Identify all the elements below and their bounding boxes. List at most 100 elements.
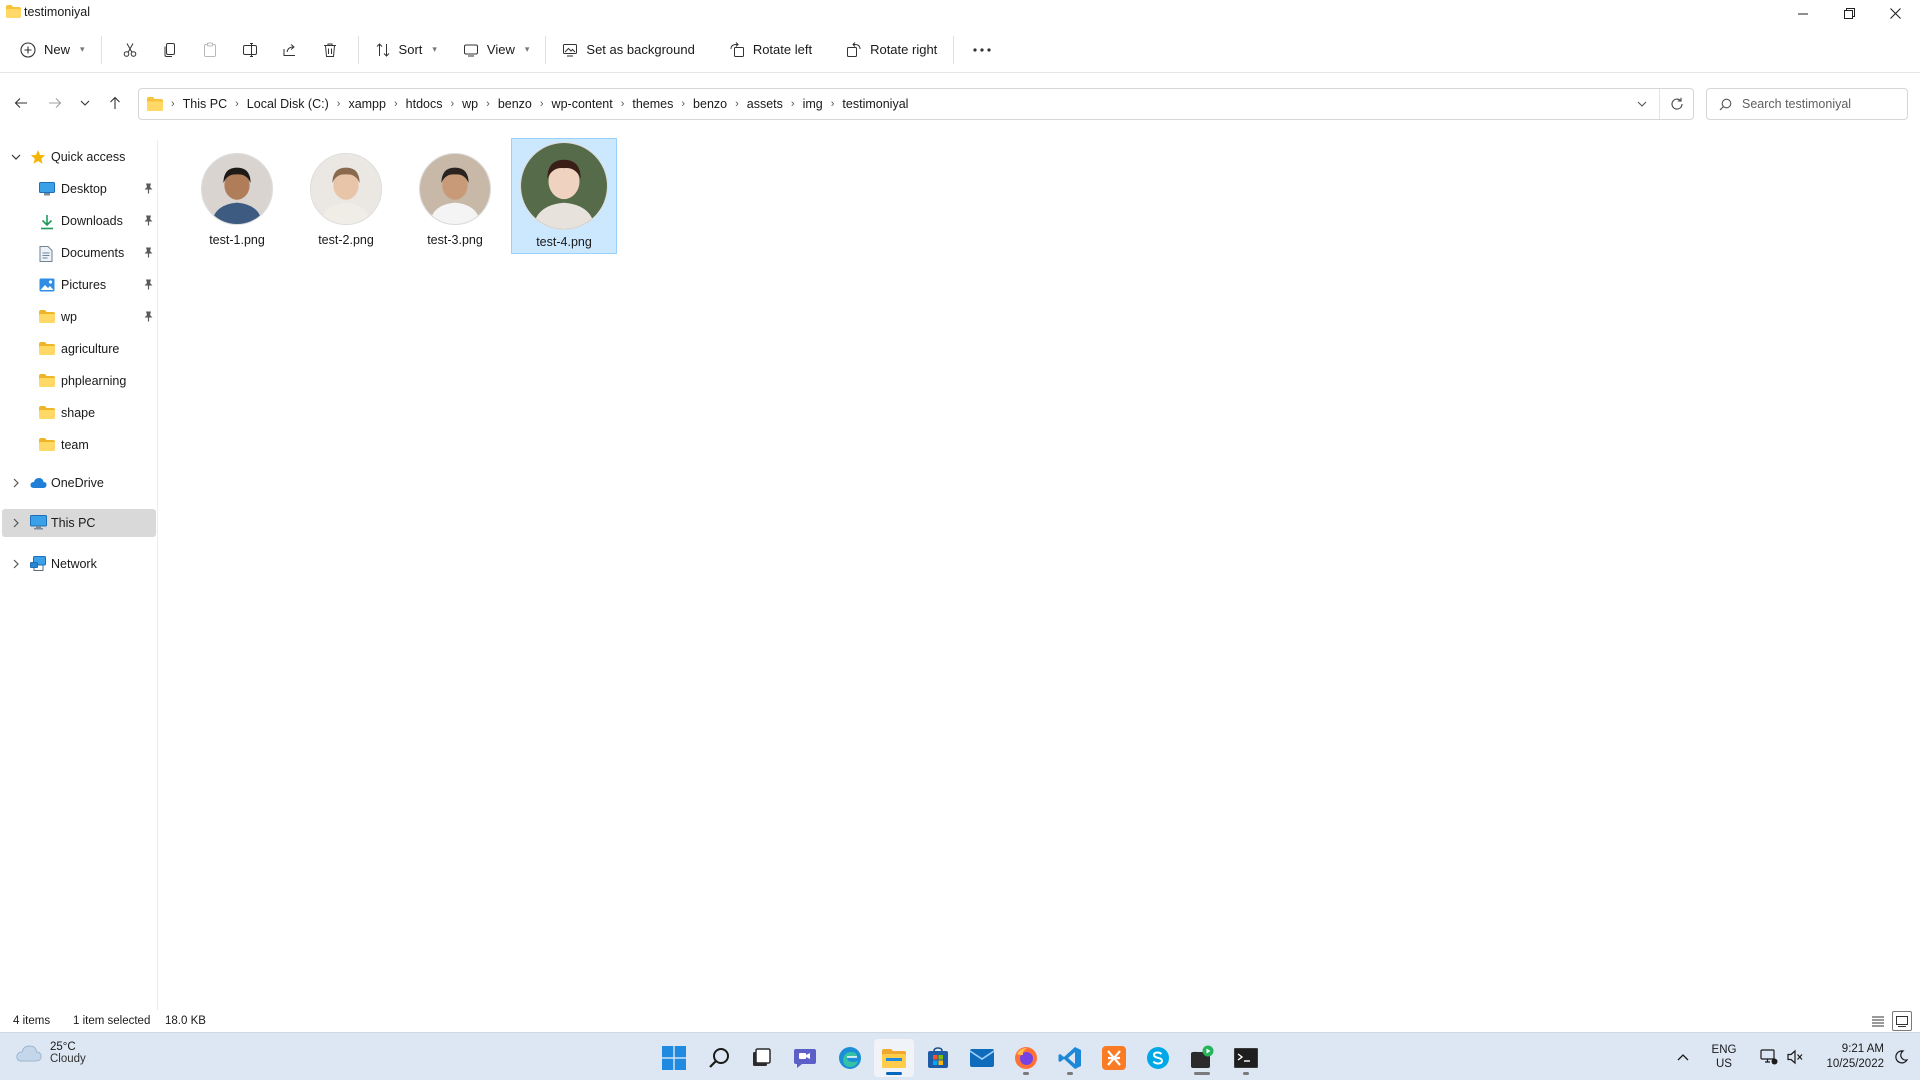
sidebar-item-phplearning[interactable]: phplearning [2,367,156,395]
vscode-button[interactable] [1050,1039,1090,1077]
breadcrumb-separator-icon[interactable]: › [536,98,548,110]
rotate-right-button[interactable]: Rotate right [838,33,945,67]
edge-button[interactable] [830,1039,870,1077]
breadcrumb-separator-icon[interactable]: › [167,98,179,110]
clock[interactable]: 9:21 AM 10/25/2022 [1810,1033,1884,1080]
breadcrumb-separator-icon[interactable]: › [231,98,243,110]
media-player-button[interactable] [1182,1039,1222,1077]
breadcrumb-separator-icon[interactable]: › [446,98,458,110]
view-button[interactable]: View ▾ [455,33,537,67]
sort-button[interactable]: Sort ▾ [367,33,445,67]
rename-button[interactable] [230,33,270,67]
file-item[interactable]: test-4.png [511,138,617,254]
set-as-background-button[interactable]: Set as background [554,33,702,67]
sidebar-item-desktop[interactable]: Desktop [2,175,156,203]
delete-button[interactable] [310,33,350,67]
start-button[interactable] [654,1039,694,1077]
breadcrumb-separator-icon[interactable]: › [617,98,629,110]
share-button[interactable] [270,33,310,67]
sidebar-item-pictures[interactable]: Pictures [2,271,156,299]
sidebar-item-downloads[interactable]: Downloads [2,207,156,235]
sidebar-item-documents[interactable]: Documents [2,239,156,267]
show-hidden-icons-button[interactable] [1669,1033,1697,1080]
refresh-button[interactable] [1659,89,1693,119]
restore-button[interactable] [1826,0,1872,27]
weather-widget[interactable]: 25°C Cloudy [16,1041,86,1065]
chevron-right-icon[interactable] [10,518,22,528]
copy-button[interactable] [150,33,190,67]
breadcrumb-item[interactable]: img [799,97,827,111]
breadcrumb-item[interactable]: htdocs [402,97,447,111]
large-icons-view-button[interactable] [1892,1011,1912,1031]
chevron-down-icon: ▾ [524,44,530,54]
sidebar-item-wp[interactable]: wp [2,303,156,331]
notifications-button[interactable] [1888,1033,1914,1080]
breadcrumb-separator-icon[interactable]: › [787,98,799,110]
breadcrumb-item[interactable]: benzo [494,97,536,111]
breadcrumb-item[interactable]: xampp [344,97,390,111]
breadcrumb-item[interactable]: Local Disk (C:) [243,97,333,111]
breadcrumb-item[interactable]: testimoniyal [838,97,912,111]
volume-button[interactable] [1782,1033,1808,1080]
sidebar-item-shape[interactable]: shape [2,399,156,427]
file-item[interactable]: test-3.png [402,138,508,254]
store-button[interactable] [918,1039,958,1077]
store-icon [927,1047,949,1069]
sidebar-item-agriculture[interactable]: agriculture [2,335,156,363]
more-options-button[interactable] [962,33,1002,67]
chat-button[interactable] [785,1039,825,1077]
chevron-down-icon[interactable] [10,154,22,160]
close-button[interactable] [1872,0,1918,27]
sidebar-item-network[interactable]: Network [2,550,156,578]
title-bar: testimoniyal [0,0,1920,27]
network-status-button[interactable] [1756,1033,1782,1080]
chevron-right-icon[interactable] [10,478,22,488]
breadcrumb-item[interactable]: themes [628,97,677,111]
search-taskbar-button[interactable] [699,1039,739,1077]
search-input[interactable]: Search testimoniyal [1706,88,1908,120]
cut-button[interactable] [110,33,150,67]
sidebar-item-onedrive[interactable]: OneDrive [2,469,156,497]
breadcrumb-item[interactable]: wp-content [548,97,617,111]
sidebar-item-this-pc[interactable]: This PC [2,509,156,537]
file-explorer-button[interactable] [874,1039,914,1077]
breadcrumb-separator-icon[interactable]: › [677,98,689,110]
pin-icon [144,183,153,194]
file-item[interactable]: test-2.png [293,138,399,254]
sidebar-item-team[interactable]: team [2,431,156,459]
back-button[interactable] [6,88,36,118]
firefox-button[interactable] [1006,1039,1046,1077]
image-thumbnail [419,153,491,225]
new-button[interactable]: New ▾ [12,33,93,67]
breadcrumb-item[interactable]: assets [743,97,787,111]
sidebar-item-quick-access[interactable]: Quick access [2,143,156,171]
address-dropdown-button[interactable] [1625,101,1659,107]
details-view-button[interactable] [1868,1011,1888,1031]
task-view-button[interactable] [741,1039,781,1077]
address-bar[interactable]: › This PC › Local Disk (C:) › xampp › htdocs › wp… [138,88,1694,120]
breadcrumb-separator-icon[interactable]: › [731,98,743,110]
forward-button[interactable] [40,88,70,118]
minimize-button[interactable] [1780,0,1826,27]
breadcrumb-item[interactable]: benzo [689,97,731,111]
breadcrumb-separator-icon[interactable]: › [333,98,345,110]
file-item[interactable]: test-1.png [184,138,290,254]
breadcrumb-item[interactable]: This PC [179,97,231,111]
terminal-button[interactable] [1226,1039,1266,1077]
xampp-button[interactable] [1094,1039,1134,1077]
language-indicator[interactable]: ENG US [1704,1033,1744,1080]
skype-button[interactable] [1138,1039,1178,1077]
recent-locations-button[interactable] [70,88,100,118]
up-button[interactable] [100,88,130,118]
folder-icon [39,406,55,419]
chevron-right-icon[interactable] [10,559,22,569]
taskbar: 25°C Cloudy ENG US 9:21 AM 10/25/2022 [0,1032,1920,1080]
breadcrumb-item[interactable]: wp [458,97,482,111]
mail-button[interactable] [962,1039,1002,1077]
terminal-icon [1234,1048,1258,1068]
paste-button[interactable] [190,33,230,67]
breadcrumb-separator-icon[interactable]: › [827,98,839,110]
breadcrumb-separator-icon[interactable]: › [482,98,494,110]
rotate-left-button[interactable]: Rotate left [721,33,820,67]
breadcrumb-separator-icon[interactable]: › [390,98,402,110]
